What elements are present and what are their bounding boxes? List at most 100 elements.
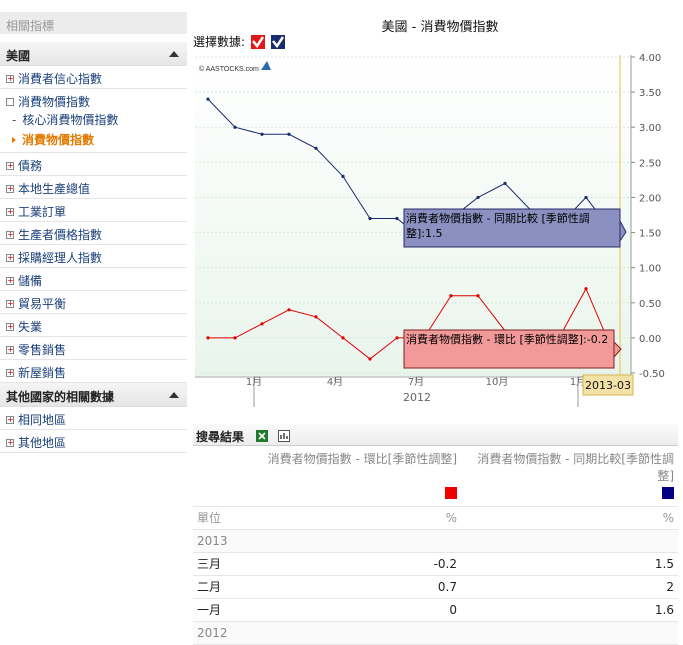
x-tick-label: 4月 [327,376,343,388]
sidebar-item-consumer-confidence[interactable]: + 消費者信心指數 [0,66,187,89]
y-tick-label: -0.50 [639,369,665,380]
watermark: © AASTOCKS.com [199,65,259,73]
expand-plus-icon[interactable]: + [6,368,14,377]
cursor-date-text: 2013-03 [585,379,631,392]
x-tick-label: 7月 [408,376,424,388]
selector-label: 選擇數據: [193,35,246,49]
data-point [233,336,237,340]
month-cell: 二月 [193,575,255,599]
sidebar-item-label: 採購經理人指數 [18,251,103,265]
section-usa[interactable]: 美國 [0,42,187,66]
table-row: 一月 0 1.6 [193,598,678,622]
collapse-box-icon[interactable] [6,97,14,106]
unit2: % [461,506,678,530]
sidebar-item-label: 其他地區 [18,436,67,450]
sidebar-subitem-cpi-active[interactable]: 消費物價指數 [0,129,187,153]
sidebar-item-other-regions[interactable]: + 其他地區 [0,430,187,453]
data-point [260,322,264,326]
data-point [314,146,318,150]
sidebar-item-cpi[interactable]: 消費物價指數 [0,89,187,109]
sidebar-item-label: 新屋銷售 [18,366,67,380]
sidebar-item-label: 相同地區 [18,413,67,427]
related-indicators-header: 相關指標 [0,12,187,34]
tooltip-mom: 消費者物價指數 - 環比 [季節性調整]:-0.2 [403,329,622,369]
sidebar-item-ppi[interactable]: + 生產者價格指數 [0,222,187,245]
expand-plus-icon[interactable]: + [6,299,14,308]
sidebar-item-trade-balance[interactable]: + 貿易平衡 [0,291,187,314]
sidebar-item-label: 貿易平衡 [18,297,67,311]
expand-plus-icon[interactable]: + [6,74,14,83]
value-cell: 0 [255,598,461,622]
sidebar-subitem-core-cpi[interactable]: - 核心消費物價指數 [0,109,187,129]
expand-plus-icon[interactable]: + [6,161,14,170]
expand-plus-icon[interactable]: + [6,415,14,424]
sidebar-item-label: 儲備 [18,274,43,288]
y-tick-label: 3.00 [639,123,661,134]
month-cell: 一月 [193,598,255,622]
sidebar-item-same-region[interactable]: + 相同地區 [0,407,187,430]
sidebar-subitem-label: 核心消費物價指數 [22,113,119,127]
search-results-title: 搜尋結果 [196,430,245,444]
results-table: 消費者物價指數 - 環比[季節性調整] 消費者物價指數 - 同期比較[季節性調整… [193,448,678,645]
search-results-header: 搜尋結果 [193,424,678,446]
y-tick-label: 0.50 [639,299,661,310]
sidebar-item-gdp[interactable]: + 本地生產總值 [0,176,187,199]
data-point [368,357,372,361]
value-cell: 0.7 [255,575,461,599]
sidebar-item-label: 債務 [18,159,43,173]
red-series-checkbox-icon[interactable] [250,34,265,49]
sidebar-item-pmi[interactable]: + 採購經理人指數 [0,245,187,268]
sidebar-item-industrial-orders[interactable]: + 工業訂單 [0,199,187,222]
y-tick-label: 4.00 [639,53,661,64]
data-point [314,315,318,319]
expand-plus-icon[interactable]: + [6,253,14,262]
results-header-row: 消費者物價指數 - 環比[季節性調整] 消費者物價指數 - 同期比較[季節性調整… [193,448,678,484]
collapse-triangle-icon[interactable] [169,392,179,398]
year-label: 2012 [193,621,678,645]
collapse-triangle-icon[interactable] [169,51,179,57]
section-other-countries[interactable]: 其他國家的相關數據 [0,383,187,407]
sidebar-item-reserves[interactable]: + 儲備 [0,268,187,291]
tooltip-mom-text: 消費者物價指數 - 環比 [季節性調整]:-0.2 [406,333,609,346]
expand-plus-icon[interactable]: + [6,276,14,285]
sidebar-item-new-home-sales[interactable]: + 新屋銷售 [0,360,187,383]
data-point [503,181,507,185]
sidebar-item-label: 消費者信心指數 [18,72,103,86]
sidebar-subitem-label: 消費物價指數 [22,133,95,147]
section-other-label: 其他國家的相關數據 [6,390,115,404]
sidebar-item-label: 本地生產總值 [18,182,91,196]
col1-color-swatch [445,487,457,500]
expand-plus-icon[interactable]: + [6,438,14,447]
cpi-line-chart[interactable]: © AASTOCKS.com 4.00 3.50 3.00 2.50 2.00 1.50 1… [193,51,683,413]
value-cell: 1.6 [461,598,678,622]
blue-series-checkbox-icon[interactable] [270,34,285,49]
col2-color-swatch [662,487,674,500]
current-arrow-icon [12,137,16,143]
sidebar-item-debt[interactable]: + 債務 [0,153,187,176]
expand-plus-icon[interactable]: + [6,345,14,354]
x-year-label: 2012 [403,391,431,404]
col2-header: 消費者物價指數 - 同期比較[季節性調整] [477,452,674,483]
expand-plus-icon[interactable]: + [6,322,14,331]
y-tick-label: 2.50 [639,158,661,169]
data-point [368,216,372,221]
excel-export-icon[interactable] [256,429,269,442]
value-cell: 2 [461,575,678,599]
year-row-2012: 2012 [193,621,678,645]
sidebar-item-retail-sales[interactable]: + 零售銷售 [0,337,187,360]
data-point [341,174,345,178]
data-point [449,294,453,298]
data-point [287,308,291,312]
data-point [584,287,588,291]
col1-header: 消費者物價指數 - 環比[季節性調整] [267,452,457,466]
y-tick-label: 0.00 [639,334,661,345]
sidebar-item-label: 消費物價指數 [18,95,91,109]
chart-export-icon[interactable] [278,429,291,442]
expand-plus-icon[interactable]: + [6,184,14,193]
expand-plus-icon[interactable]: + [6,207,14,216]
expand-plus-icon[interactable]: + [6,230,14,239]
year-row-2013: 2013 [193,529,678,553]
sidebar-item-unemployment[interactable]: + 失業 [0,314,187,337]
data-point [395,216,399,221]
y-tick-label: 1.50 [639,229,661,240]
